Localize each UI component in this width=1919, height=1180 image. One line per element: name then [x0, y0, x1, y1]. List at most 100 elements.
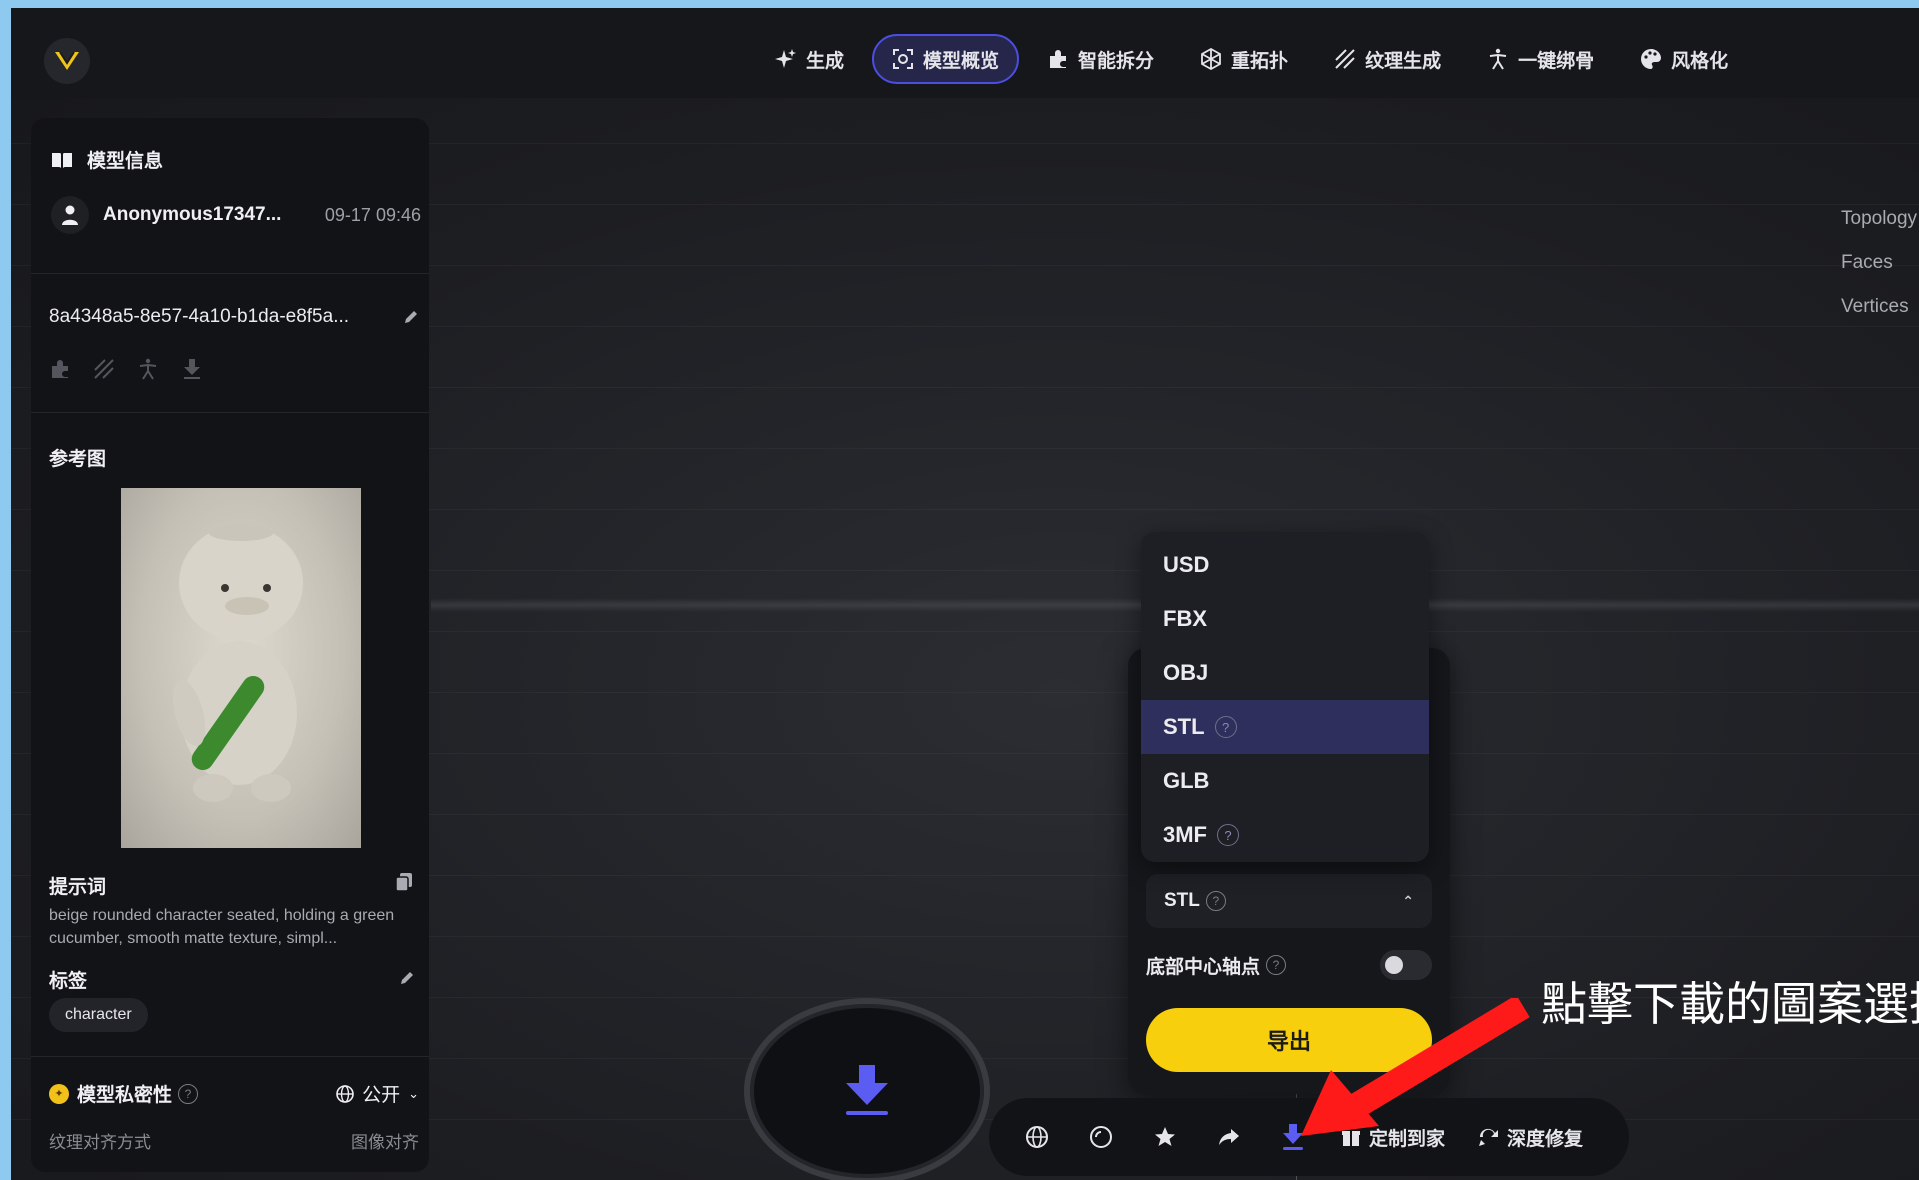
- logo-icon: [55, 51, 79, 70]
- avatar[interactable]: [51, 196, 89, 234]
- nav-texture-label: 纹理生成: [1365, 50, 1442, 72]
- sparkle-icon: [775, 48, 797, 70]
- annotation-arrow-icon: [1301, 998, 1530, 1136]
- format-option-label: 3MF: [1163, 822, 1207, 847]
- reference-image-label: 参考图: [49, 449, 107, 470]
- top-bar: 生成 模型概览 智能拆分 重拓扑 纹理生成 一键绑骨 风格化: [11, 8, 1919, 98]
- help-icon[interactable]: ?: [1205, 891, 1226, 911]
- format-option-label: USD: [1163, 552, 1210, 577]
- user-icon: [62, 205, 78, 225]
- nav-smart-split-label: 智能拆分: [1078, 50, 1155, 72]
- chevron-down-icon: ⌄: [408, 1085, 419, 1101]
- author-name[interactable]: Anonymous17347...: [103, 204, 281, 226]
- divider: [31, 1056, 429, 1057]
- format-option-label: STL: [1163, 714, 1205, 739]
- rotate-button[interactable]: [1073, 1109, 1129, 1165]
- circle-rotate-icon: [1090, 1126, 1112, 1148]
- sidebar-title: 模型信息: [51, 146, 163, 173]
- texture-icon: [1334, 48, 1356, 70]
- tag-chip[interactable]: character: [49, 998, 148, 1032]
- sidebar-title-text: 模型信息: [87, 151, 164, 172]
- texture-icon[interactable]: [93, 358, 115, 380]
- privacy-value: 公开: [362, 1085, 401, 1106]
- edit-tags-icon[interactable]: [399, 970, 415, 986]
- privacy-label: 模型私密性: [77, 1085, 173, 1106]
- stat-topology-label: Topology: [1841, 208, 1918, 229]
- sphere-grid-icon: [1026, 1126, 1048, 1148]
- prompt-text: beige rounded character seated, holding …: [49, 907, 395, 947]
- puzzle-icon: [1047, 48, 1069, 70]
- format-option-usd[interactable]: USD: [1141, 538, 1429, 592]
- format-option-label: OBJ: [1163, 660, 1209, 685]
- rigging-icon[interactable]: [137, 358, 159, 380]
- puzzle-icon[interactable]: [49, 358, 71, 380]
- model-stats: Topology Faces Vertices: [1841, 208, 1917, 318]
- model-overview-icon: [892, 48, 914, 70]
- wireframe-button[interactable]: [1009, 1109, 1065, 1165]
- reference-image-figure: [172, 525, 303, 802]
- format-option-label: FBX: [1163, 606, 1207, 631]
- nav-texture[interactable]: 纹理生成: [1316, 34, 1459, 84]
- help-icon[interactable]: ?: [1217, 824, 1239, 846]
- copy-icon[interactable]: [395, 872, 413, 892]
- main-nav: 生成 模型概览 智能拆分 重拓扑 纹理生成 一键绑骨 风格化: [757, 34, 1746, 84]
- logo[interactable]: [44, 38, 90, 84]
- chevron-up-icon: ⌃: [1402, 892, 1414, 909]
- pivot-toggle[interactable]: [1380, 950, 1432, 980]
- pivot-row: 底部中心轴点 ?: [1146, 950, 1432, 980]
- favorite-button[interactable]: [1137, 1109, 1193, 1165]
- divider: [31, 273, 429, 274]
- texture-align-value[interactable]: 图像对齐: [351, 1128, 419, 1153]
- created-time: 09-17 09:46: [324, 204, 421, 225]
- format-select-value: STL: [1164, 890, 1200, 911]
- stat-vertices-label: Vertices: [1841, 296, 1909, 317]
- retopology-icon: [1200, 48, 1222, 70]
- format-option-label: GLB: [1163, 768, 1210, 793]
- book-icon: [52, 152, 72, 168]
- model-id: 8a4348a5-8e57-4a10-b1da-e8f5a...: [49, 306, 350, 327]
- nav-smart-split[interactable]: 智能拆分: [1029, 34, 1172, 84]
- share-button[interactable]: [1201, 1109, 1257, 1165]
- privacy-select[interactable]: 公开 ⌄: [336, 1080, 419, 1107]
- download-icon: [846, 1065, 888, 1115]
- format-option-glb[interactable]: GLB: [1141, 754, 1429, 808]
- nav-stylize-label: 风格化: [1671, 50, 1729, 72]
- help-icon[interactable]: ?: [1214, 716, 1237, 738]
- nav-generate-label: 生成: [806, 50, 845, 72]
- download-preview-button[interactable]: [744, 998, 990, 1180]
- rigging-icon: [1487, 48, 1509, 70]
- divider: [31, 412, 429, 413]
- star-icon: [1155, 1127, 1175, 1146]
- texture-align-label: 纹理对齐方式: [49, 1133, 151, 1152]
- app-window: Topology Faces Vertices 生成 模型概览 智能拆分 重拓扑…: [11, 8, 1919, 1180]
- format-option-obj[interactable]: OBJ: [1141, 646, 1429, 700]
- share-arrow-icon: [1219, 1129, 1239, 1145]
- model-id-row: 8a4348a5-8e57-4a10-b1da-e8f5a...: [49, 306, 419, 328]
- help-icon[interactable]: ?: [1266, 955, 1287, 975]
- format-option-3mf[interactable]: 3MF?: [1141, 808, 1429, 862]
- palette-icon: [1640, 48, 1662, 70]
- nav-model-overview-label: 模型概览: [923, 50, 1000, 72]
- globe-icon: [336, 1084, 354, 1103]
- coin-icon: ✦: [49, 1083, 69, 1104]
- tags-label: 标签: [49, 971, 88, 992]
- nav-generate[interactable]: 生成: [757, 34, 862, 84]
- reference-image[interactable]: [121, 488, 361, 848]
- format-option-fbx[interactable]: FBX: [1141, 592, 1429, 646]
- nav-model-overview[interactable]: 模型概览: [872, 34, 1020, 84]
- author-row: Anonymous17347... 09-17 09:46: [51, 196, 421, 234]
- download-icon[interactable]: [181, 358, 203, 380]
- help-icon[interactable]: ?: [178, 1083, 199, 1104]
- nav-retopology[interactable]: 重拓扑: [1182, 34, 1306, 84]
- texture-align-row: 纹理对齐方式 图像对齐: [49, 1128, 419, 1153]
- nav-rigging-label: 一键绑骨: [1518, 50, 1595, 72]
- format-select[interactable]: STL ? ⌃: [1146, 874, 1432, 928]
- format-option-stl[interactable]: STL?: [1141, 700, 1429, 754]
- nav-rigging[interactable]: 一键绑骨: [1469, 34, 1612, 84]
- edit-icon[interactable]: [403, 309, 419, 325]
- pivot-label: 底部中心轴点: [1146, 956, 1261, 978]
- nav-stylize[interactable]: 风格化: [1622, 34, 1746, 84]
- format-dropdown-menu: USD FBX OBJ STL? GLB 3MF?: [1141, 532, 1429, 862]
- model-info-sidebar: 模型信息 Anonymous17347... 09-17 09:46 8a434…: [31, 118, 429, 1172]
- prompt-label: 提示词: [49, 877, 107, 898]
